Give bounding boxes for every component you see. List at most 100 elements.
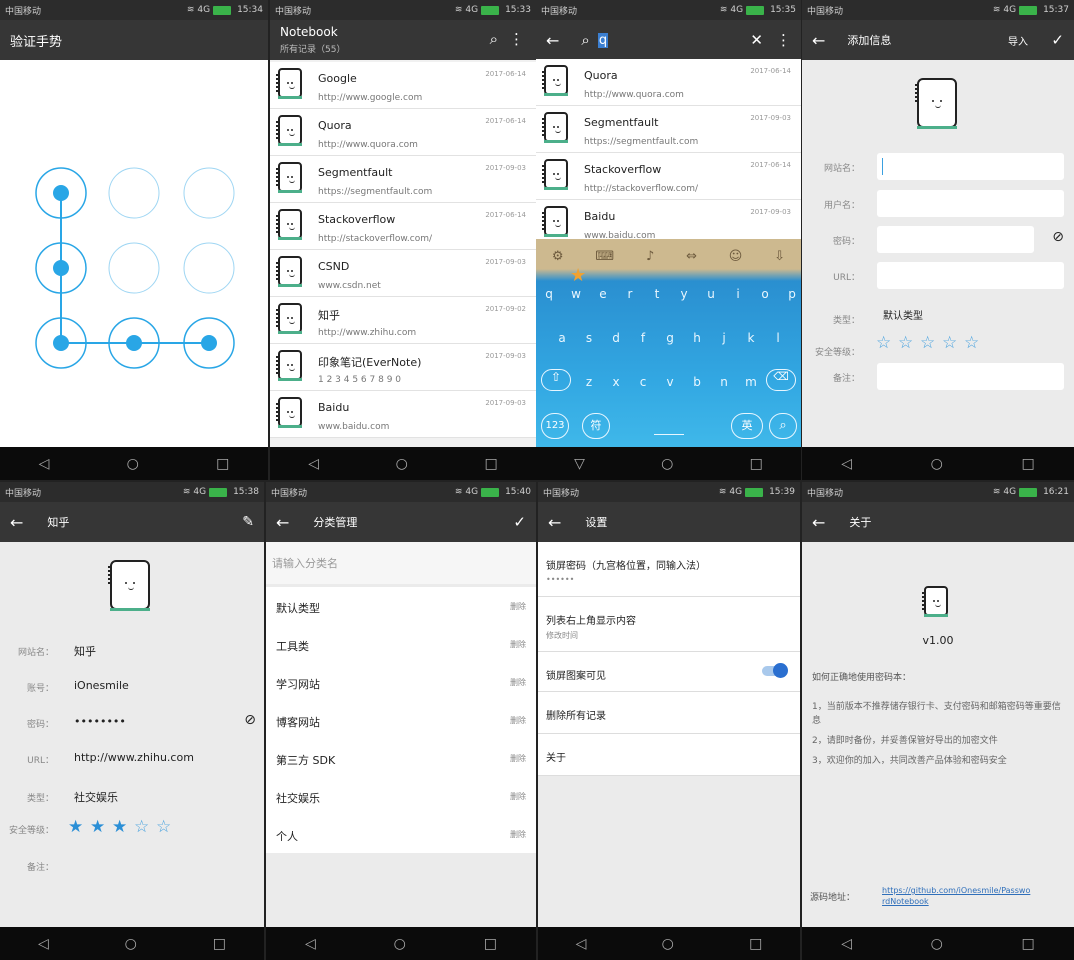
back-nav-icon[interactable]: ◁ bbox=[576, 936, 587, 952]
key-y[interactable]: y bbox=[671, 287, 697, 301]
back-arrow-icon[interactable]: ← bbox=[10, 513, 23, 532]
delete-button[interactable]: 删除 bbox=[510, 753, 526, 764]
search-icon[interactable]: ⌕ bbox=[490, 30, 498, 48]
star-empty-icon[interactable]: ☆ bbox=[964, 333, 979, 353]
search-key[interactable]: ⌕ bbox=[769, 413, 797, 439]
password-field[interactable] bbox=[877, 226, 1034, 253]
key-p[interactable]: p bbox=[779, 287, 801, 301]
home-nav-icon[interactable]: ○ bbox=[931, 936, 943, 952]
text-field[interactable] bbox=[877, 153, 1064, 180]
home-nav-icon[interactable]: ○ bbox=[125, 936, 137, 952]
settings-item[interactable]: 锁屏密码（九宫格位置，同输入法） •••••• bbox=[538, 542, 800, 597]
import-button[interactable]: 导入 bbox=[1008, 33, 1028, 48]
key-a[interactable]: a bbox=[549, 331, 575, 345]
text-field[interactable] bbox=[877, 190, 1064, 217]
delete-button[interactable]: 删除 bbox=[510, 677, 526, 688]
key-b[interactable]: b bbox=[684, 375, 710, 389]
back-nav-icon[interactable]: ◁ bbox=[39, 456, 50, 472]
key-g[interactable]: g bbox=[657, 331, 683, 345]
list-item[interactable]: Stackoverflow http://stackoverflow.com/20… bbox=[536, 153, 801, 200]
recent-nav-icon[interactable]: □ bbox=[1021, 936, 1034, 952]
back-arrow-icon[interactable]: ← bbox=[548, 513, 561, 532]
key-m[interactable]: m bbox=[738, 375, 764, 389]
shift-key[interactable]: ⇧ bbox=[541, 369, 571, 391]
key-n[interactable]: n bbox=[711, 375, 737, 389]
back-nav-icon[interactable]: ◁ bbox=[841, 936, 852, 952]
list-item[interactable]: Baidu www.baidu.com 2017-09-03 bbox=[270, 391, 536, 438]
settings-item[interactable]: 锁屏图案可见 bbox=[538, 652, 800, 692]
star-empty-icon[interactable]: ☆ bbox=[942, 333, 957, 353]
star-empty-icon[interactable]: ☆ bbox=[876, 333, 891, 353]
list-item[interactable]: CSND www.csdn.net 2017-09-03 bbox=[270, 250, 536, 297]
source-link[interactable]: https://github.com/iOnesmile/PasswordNot… bbox=[882, 885, 1032, 907]
star-empty-icon[interactable]: ☆ bbox=[920, 333, 935, 353]
list-item[interactable]: 知乎 http://www.zhihu.com 2017-09-02 bbox=[270, 297, 536, 344]
list-item[interactable]: Google http://www.google.com 2017-06-14 bbox=[270, 62, 536, 109]
check-icon[interactable]: ✓ bbox=[1051, 31, 1064, 49]
key-j[interactable]: j bbox=[711, 331, 737, 345]
delete-button[interactable]: 删除 bbox=[510, 639, 526, 650]
key-z[interactable]: z bbox=[576, 375, 602, 389]
key-language[interactable]: 英 bbox=[731, 413, 763, 439]
list-item[interactable]: 印象笔记(EverNote) 1 2 3 4 5 6 7 8 9 0 2017-09… bbox=[270, 344, 536, 391]
edit-icon[interactable]: ✎ bbox=[242, 514, 254, 530]
key-d[interactable]: d bbox=[603, 331, 629, 345]
home-nav-icon[interactable]: ○ bbox=[931, 456, 943, 472]
delete-button[interactable]: 删除 bbox=[510, 601, 526, 612]
pattern-lock[interactable] bbox=[0, 60, 268, 447]
more-icon[interactable]: ⋮ bbox=[509, 30, 524, 48]
list-item[interactable]: Stackoverflow http://stackoverflow.com/20… bbox=[270, 203, 536, 250]
star-empty-icon[interactable]: ☆ bbox=[898, 333, 913, 353]
key-t[interactable]: t bbox=[644, 287, 670, 301]
recent-nav-icon[interactable]: □ bbox=[484, 456, 497, 472]
home-nav-icon[interactable]: ○ bbox=[396, 456, 408, 472]
home-nav-icon[interactable]: ○ bbox=[662, 936, 674, 952]
settings-item[interactable]: 关于 bbox=[538, 734, 800, 776]
eye-off-icon[interactable]: ⊘ bbox=[244, 712, 256, 728]
key-k[interactable]: k bbox=[738, 331, 764, 345]
list-item[interactable]: Quora http://www.quora.com 2017-06-14 bbox=[536, 59, 801, 106]
collapse-nav-icon[interactable]: ▽ bbox=[574, 456, 585, 472]
key-f[interactable]: f bbox=[630, 331, 656, 345]
more-icon[interactable]: ⋮ bbox=[776, 31, 791, 49]
back-arrow-icon[interactable]: ← bbox=[812, 513, 825, 532]
recent-nav-icon[interactable]: □ bbox=[1021, 456, 1034, 472]
key-l[interactable]: l bbox=[765, 331, 791, 345]
key-o[interactable]: o bbox=[752, 287, 778, 301]
back-arrow-icon[interactable]: ← bbox=[546, 31, 559, 50]
keyboard-icon[interactable]: ⌨ bbox=[595, 249, 614, 264]
settings-item[interactable]: 列表右上角显示内容 修改时间 bbox=[538, 597, 800, 652]
key-h[interactable]: h bbox=[684, 331, 710, 345]
mic-icon[interactable]: ♪ bbox=[646, 249, 654, 264]
backspace-key[interactable]: ⌫ bbox=[766, 369, 796, 391]
recent-nav-icon[interactable]: □ bbox=[213, 936, 226, 952]
delete-button[interactable]: 删除 bbox=[510, 791, 526, 802]
search-input[interactable]: q bbox=[597, 32, 609, 48]
text-field[interactable] bbox=[877, 363, 1064, 390]
key-w[interactable]: w bbox=[563, 287, 589, 301]
gear-icon[interactable]: ⚙ bbox=[552, 249, 564, 264]
type-value[interactable]: 默认类型 bbox=[883, 307, 923, 322]
delete-button[interactable]: 删除 bbox=[510, 715, 526, 726]
list-item[interactable]: Quora http://www.quora.com 2017-06-14 bbox=[270, 109, 536, 156]
back-nav-icon[interactable]: ◁ bbox=[38, 936, 49, 952]
recent-nav-icon[interactable]: □ bbox=[484, 936, 497, 952]
key-s[interactable]: s bbox=[576, 331, 602, 345]
space-key[interactable] bbox=[654, 427, 684, 435]
key-c[interactable]: c bbox=[630, 375, 656, 389]
list-item[interactable]: Segmentfault https://segmentfault.com 2017… bbox=[536, 106, 801, 153]
recent-nav-icon[interactable]: □ bbox=[216, 456, 229, 472]
key-123[interactable]: 123 bbox=[541, 413, 569, 439]
key-u[interactable]: u bbox=[698, 287, 724, 301]
key-r[interactable]: r bbox=[617, 287, 643, 301]
recent-nav-icon[interactable]: □ bbox=[750, 456, 763, 472]
back-arrow-icon[interactable]: ← bbox=[276, 513, 289, 532]
back-arrow-icon[interactable]: ← bbox=[812, 31, 825, 50]
key-symbol[interactable]: 符 bbox=[582, 413, 610, 439]
back-nav-icon[interactable]: ◁ bbox=[305, 936, 316, 952]
settings-item[interactable]: 删除所有记录 bbox=[538, 692, 800, 734]
list-item[interactable]: Segmentfault https://segmentfault.com 2017… bbox=[270, 156, 536, 203]
recent-nav-icon[interactable]: □ bbox=[749, 936, 762, 952]
category-input[interactable]: 请输入分类名 bbox=[266, 542, 536, 584]
back-nav-icon[interactable]: ◁ bbox=[308, 456, 319, 472]
